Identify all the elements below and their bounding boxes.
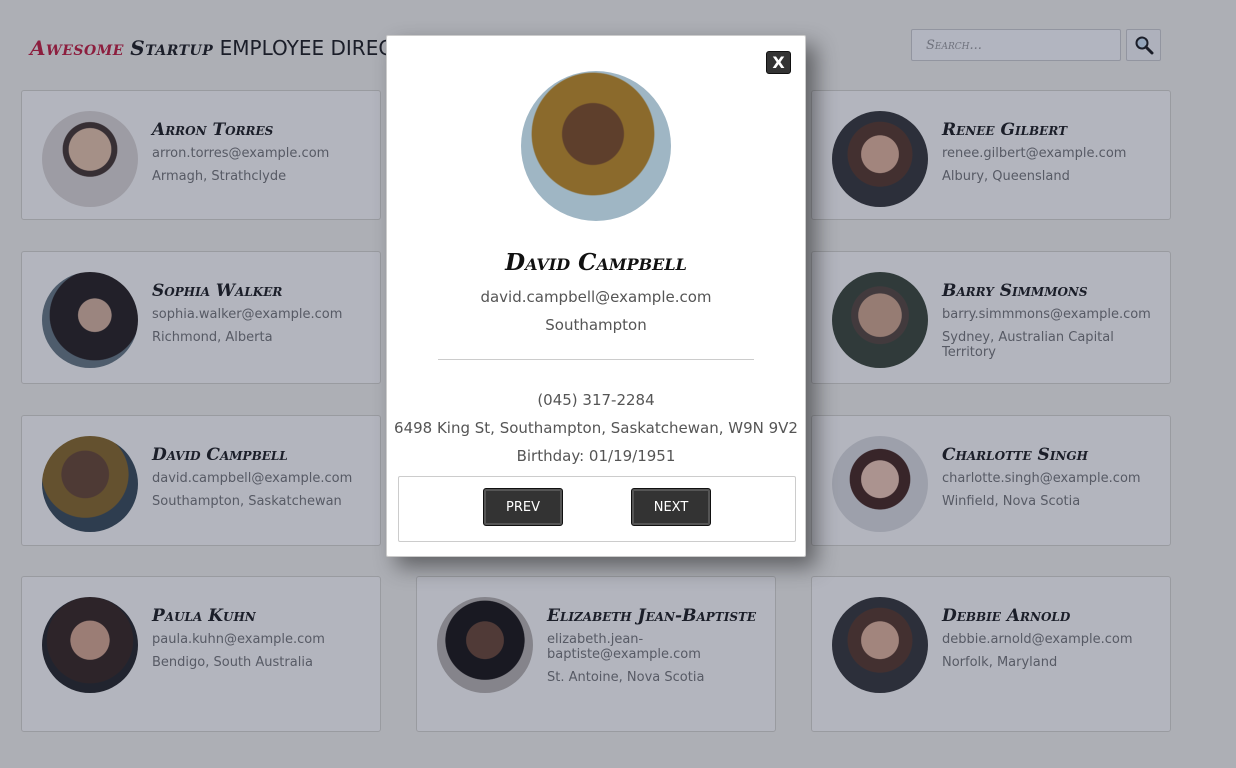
modal-email: david.campbell@example.com (480, 288, 712, 306)
modal-employee-name: David Campbell (505, 249, 687, 276)
modal-address: 6498 King St, Southampton, Saskatchewan,… (394, 419, 798, 437)
modal-nav: PREV NEXT (398, 476, 796, 542)
modal-divider (438, 359, 754, 360)
close-button[interactable]: X (766, 51, 791, 74)
employee-modal: X David Campbell david.campbell@example.… (386, 35, 806, 557)
modal-avatar (521, 71, 671, 221)
next-button[interactable]: NEXT (631, 488, 711, 526)
modal-birthday: Birthday: 01/19/1951 (516, 447, 676, 465)
prev-button[interactable]: PREV (483, 488, 563, 526)
modal-phone: (045) 317-2284 (537, 391, 655, 409)
modal-city: Southampton (545, 316, 647, 334)
